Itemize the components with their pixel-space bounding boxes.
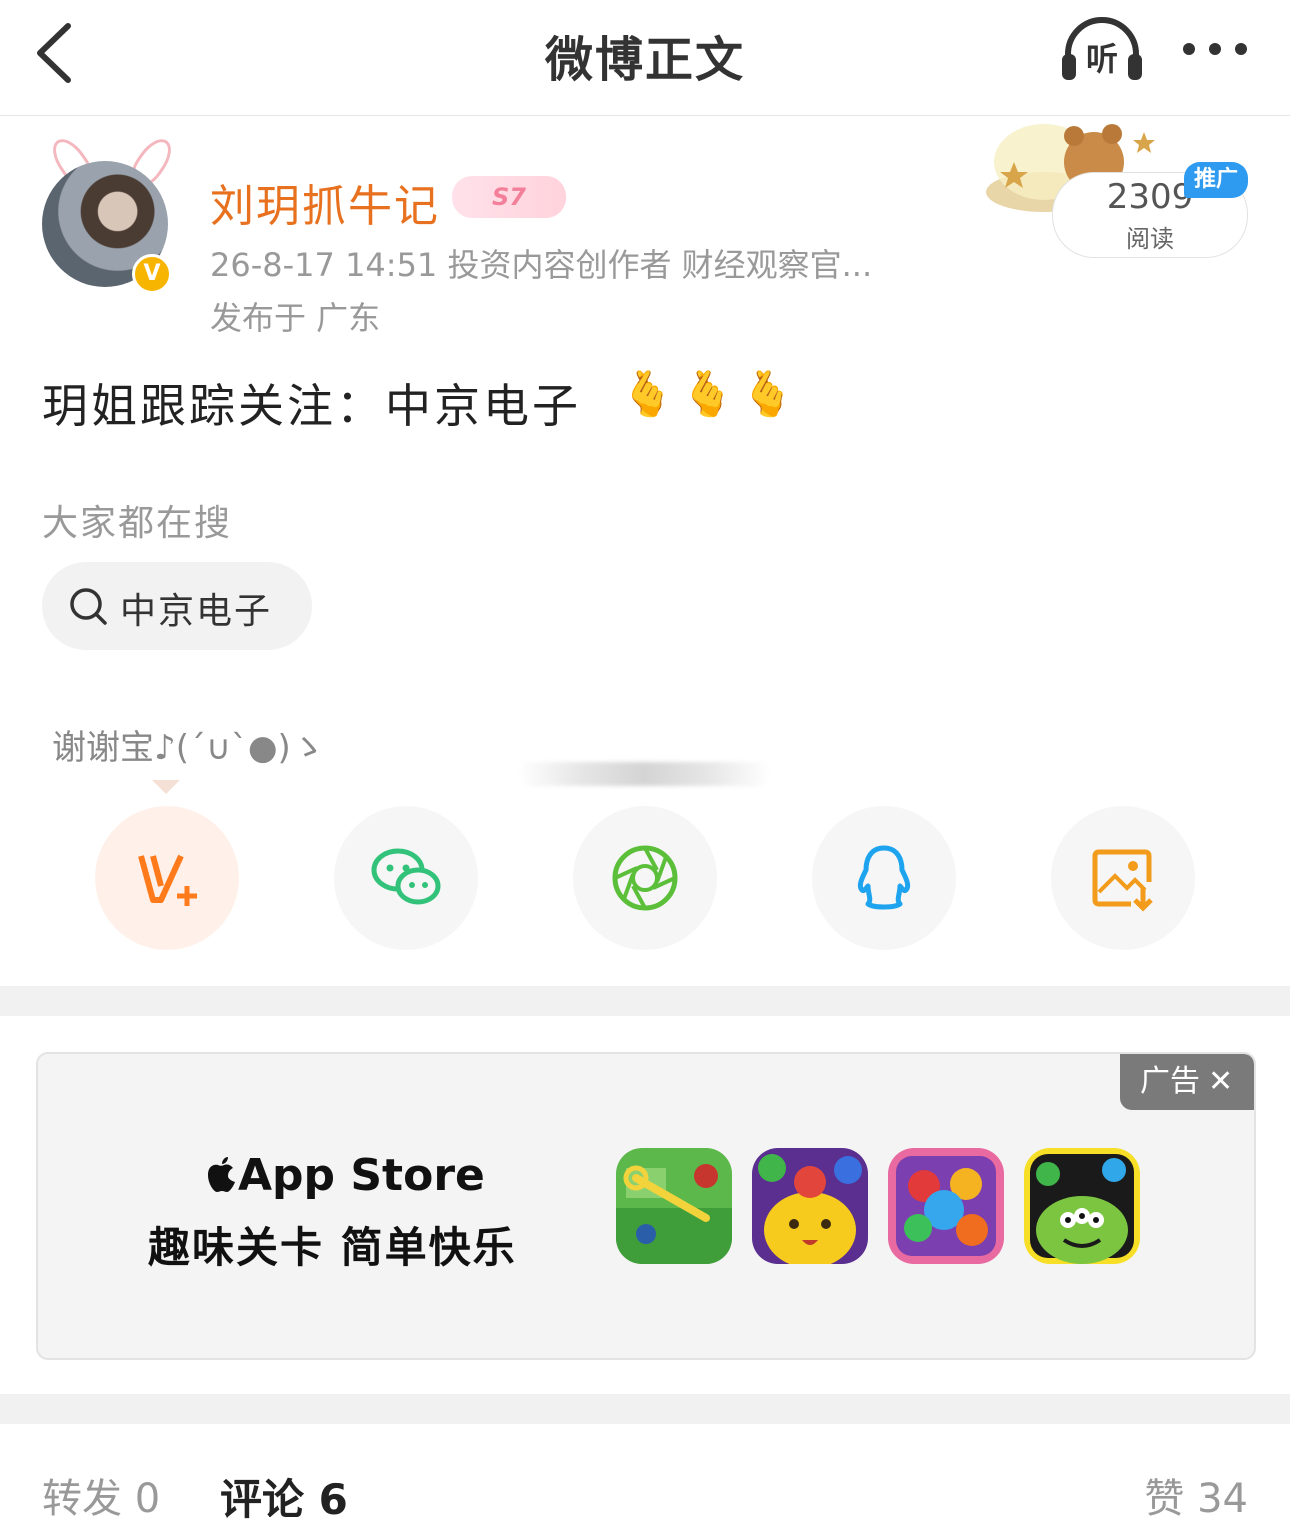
tooltip-arrow	[152, 780, 180, 794]
moments-icon	[612, 845, 678, 911]
finger-heart-icon: 🫰	[680, 369, 735, 420]
wechat-icon	[371, 848, 441, 905]
promote-tag[interactable]: 推广	[1184, 162, 1248, 198]
post-text: 玥姐跟踪关注：中京电子	[42, 379, 581, 433]
search-icon	[70, 588, 107, 625]
ad-banner[interactable]: 广告 ✕ App Store 趣味关卡 简单快乐	[36, 1052, 1256, 1360]
thanks-tooltip: 谢谢宝♪(´∪`●)ゝ	[52, 728, 325, 768]
game-icon-chick[interactable]	[752, 1148, 868, 1264]
ad-label: 广告	[1140, 1064, 1200, 1099]
share-weibo-fan-button[interactable]	[95, 806, 239, 950]
app-store-label: App Store	[238, 1150, 485, 1201]
qq-icon	[857, 845, 911, 910]
ad-close-tag[interactable]: 广告 ✕	[1120, 1054, 1254, 1110]
share-wechat-button[interactable]	[334, 806, 478, 950]
finger-heart-emojis: 🫰 🫰 🫰	[620, 368, 800, 420]
tab-likes[interactable]: 赞 34	[1144, 1466, 1248, 1524]
ad-slogan: 趣味关卡 简单快乐	[148, 1223, 517, 1272]
apple-icon	[208, 1157, 235, 1192]
post-location: 发布于 广东	[210, 299, 381, 337]
game-icon-pull-pin[interactable]	[616, 1148, 732, 1264]
share-moments-button[interactable]	[573, 806, 717, 950]
search-chip[interactable]: 中京电子	[42, 562, 312, 650]
tab-repost[interactable]: 转发 0	[42, 1466, 160, 1524]
author-name[interactable]: 刘玥抓牛记	[210, 170, 440, 234]
listen-label: 听	[1086, 40, 1118, 78]
nav-bar: 微博正文 听	[0, 0, 1290, 116]
save-image-icon	[1092, 849, 1153, 912]
section-divider	[0, 1394, 1290, 1424]
level-badge: S7	[452, 176, 566, 218]
tab-comments[interactable]: 评论 6	[220, 1466, 348, 1527]
blurred-content	[518, 762, 770, 786]
read-label: 阅读	[1126, 225, 1174, 253]
finger-heart-icon: 🫰	[620, 369, 675, 420]
game-icon-candy[interactable]	[888, 1148, 1004, 1264]
game-icon-monster[interactable]	[1024, 1148, 1140, 1264]
section-divider	[0, 986, 1290, 1016]
finger-heart-icon: 🫰	[740, 369, 795, 420]
share-qq-button[interactable]	[812, 806, 956, 950]
search-chip-text: 中京电子	[120, 591, 273, 632]
verified-badge-icon: V	[132, 254, 172, 294]
weibo-fan-icon	[138, 854, 197, 906]
post-meta: 26-8-17 14:51 投资内容创作者 财经观察官...	[210, 246, 873, 284]
more-options-icon[interactable]	[1180, 40, 1250, 58]
save-image-button[interactable]	[1051, 806, 1195, 950]
author-avatar[interactable]: V	[30, 132, 180, 296]
app-store-logo: App Store	[204, 1150, 485, 1201]
close-icon[interactable]: ✕	[1208, 1054, 1233, 1110]
headphones-listen-icon[interactable]: 听	[1060, 16, 1144, 82]
trending-search-label: 大家都在搜	[42, 503, 233, 544]
